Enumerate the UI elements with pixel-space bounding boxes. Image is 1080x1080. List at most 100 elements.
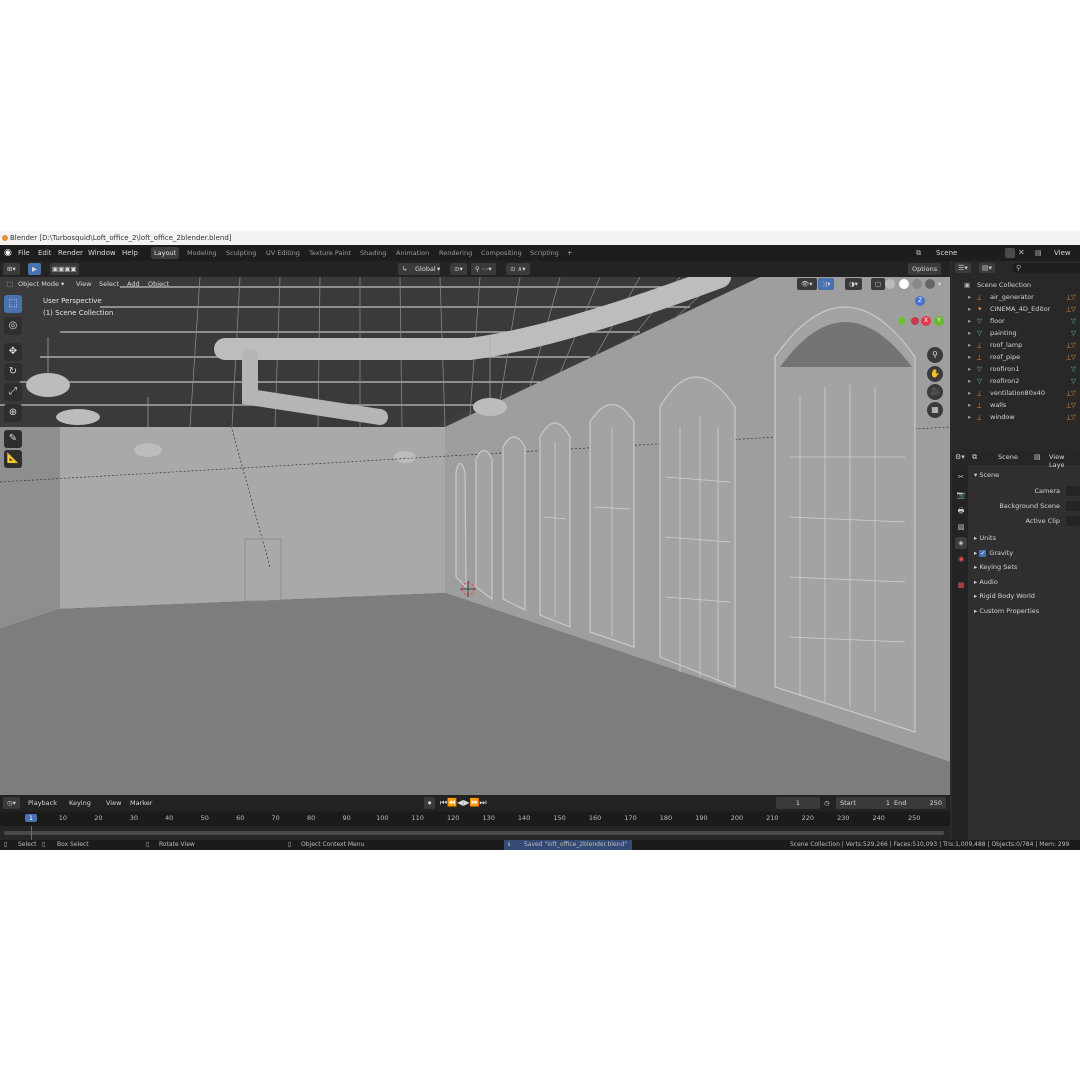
scene-subpanel[interactable]: ▸ Audio [974, 576, 998, 588]
chevron-down-icon[interactable]: ▾ [437, 263, 440, 275]
outliner-search-input[interactable]: ⚲ [1012, 263, 1080, 273]
view-layer-icon[interactable]: ▤ [1035, 245, 1042, 261]
menu-help[interactable]: Help [122, 245, 138, 261]
outliner-editor-icon[interactable]: ☰▾ [955, 263, 971, 273]
render-tab-icon[interactable]: 📷 [955, 489, 967, 501]
tab-compositing[interactable]: Compositing [478, 247, 525, 259]
scene-field-value[interactable] [1066, 501, 1080, 511]
view-layer-selector[interactable]: View Lay [1054, 245, 1080, 273]
outliner-item[interactable]: ▸ ⟂ ventilation80x40 ⟂▽ [952, 387, 1080, 399]
texture-tab-icon[interactable]: ▩ [955, 579, 967, 591]
object-data-icon[interactable]: ⟂▽ [1067, 339, 1076, 351]
pivot-point-icon[interactable]: ⊙▾ [450, 263, 467, 275]
options-dropdown[interactable]: Options [908, 263, 942, 275]
tab-shading[interactable]: Shading [357, 247, 389, 259]
gizmo-x-axis[interactable]: X [921, 316, 931, 326]
gizmo-toggle-icon[interactable]: ⤨▾ [818, 278, 835, 290]
transform-tool-icon[interactable]: ⊕ [4, 404, 22, 422]
outliner-item[interactable]: ▸ ▽ floor ▽ [952, 315, 1080, 327]
expand-icon[interactable]: ▸ [968, 411, 971, 423]
outliner-item[interactable]: ▸ ⟂ walls ⟂▽ [952, 399, 1080, 411]
scene-section-header[interactable]: ▾ Scene [974, 469, 999, 481]
select-tool-icon[interactable]: ▶ [28, 263, 41, 275]
gizmo-y-negative[interactable] [898, 317, 906, 325]
timeline-scrollbar[interactable] [4, 831, 944, 835]
tab-modeling[interactable]: Modeling [184, 247, 220, 259]
delete-scene-icon[interactable]: ✕ [1018, 248, 1026, 258]
material-shading-icon[interactable] [912, 279, 922, 289]
camera-view-icon[interactable]: 🎥 [927, 384, 943, 400]
outliner-item[interactable]: ▸ ⟂ window ⟂▽ [952, 411, 1080, 423]
menu-edit[interactable]: Edit [38, 245, 52, 261]
shading-chevron-icon[interactable]: ▾ [938, 278, 941, 290]
scene-subpanel[interactable]: ▸ Custom Properties [974, 605, 1039, 617]
snap-icon[interactable]: ⚲ ⋯▾ [471, 263, 496, 275]
wireframe-shading-icon[interactable] [885, 279, 895, 289]
scene-subpanel[interactable]: ▸ Units [974, 532, 996, 544]
blender-menu-icon[interactable]: ◉ [4, 245, 12, 261]
object-data-icon[interactable]: ▽ [1071, 327, 1076, 339]
editor-type-icon[interactable]: ⊞▾ [3, 263, 20, 275]
scene-subpanel[interactable]: ▸ Rigid Body World [974, 590, 1035, 602]
outliner-item[interactable]: ▸ ⟂ air_generator ⟂▽ [952, 291, 1080, 303]
expand-icon[interactable]: ▸ [968, 339, 971, 351]
expand-icon[interactable]: ▸ [968, 351, 971, 363]
expand-icon[interactable]: ▸ [968, 387, 971, 399]
timeline-tracks[interactable] [0, 826, 950, 840]
scene-field-value[interactable] [1066, 516, 1080, 526]
outliner-item[interactable]: ▸ ▽ roofiron2 ▽ [952, 375, 1080, 387]
tab-texture-paint[interactable]: Texture Paint [306, 247, 354, 259]
current-frame-field[interactable]: 1 [776, 797, 820, 809]
menu-view[interactable]: View [76, 278, 91, 290]
expand-icon[interactable]: ▸ [968, 399, 971, 411]
move-tool-icon[interactable]: ✥ [4, 343, 22, 361]
3d-viewport[interactable]: ⬚ Object Mode ▾ View Select Add Object 👁… [0, 277, 950, 795]
tool-tab-icon[interactable]: ✂ [955, 471, 967, 483]
select-box-tool-icon[interactable]: ⬚ [4, 295, 22, 313]
object-data-icon[interactable]: ▽ [1071, 363, 1076, 375]
world-tab-icon[interactable]: ◉ [955, 553, 967, 565]
zoom-icon[interactable]: ⚲ [927, 347, 943, 363]
object-data-icon[interactable]: ⟂▽ [1067, 387, 1076, 399]
scene-subpanel[interactable]: ▸ Keying Sets [974, 561, 1017, 573]
menu-window[interactable]: Window [88, 245, 116, 261]
clock-icon[interactable]: ◷ [824, 797, 830, 809]
annotate-tool-icon[interactable]: ✎ [4, 430, 22, 448]
menu-object[interactable]: Object [148, 278, 169, 290]
outliner-item[interactable]: ▸ ⟂ roof_pipe ⟂▽ [952, 351, 1080, 363]
tab-layout[interactable]: Layout [151, 247, 180, 259]
object-data-icon[interactable]: ▽ [1071, 315, 1076, 327]
transform-orientation-dropdown[interactable]: Global [411, 263, 440, 275]
outliner-root[interactable]: ▣ Scene Collection [952, 279, 1080, 291]
menu-marker[interactable]: Marker [130, 797, 152, 809]
outliner-item[interactable]: ▸ ⟂ roof_lamp ⟂▽ [952, 339, 1080, 351]
solid-shading-icon[interactable] [899, 279, 909, 289]
measure-tool-icon[interactable]: 📐 [4, 450, 22, 468]
gizmo-x-negative[interactable] [911, 317, 919, 325]
expand-icon[interactable]: ▸ [968, 327, 971, 339]
timeline-ruler[interactable]: 1 10 20 30 40 50 60 70 80 90 100 110 120 130 140 150 160… [0, 812, 950, 826]
outliner-item[interactable]: ▸ ✦ CINEMA_4D_Editor ⟂▽ [952, 303, 1080, 315]
xray-icon[interactable]: ▢ [871, 278, 886, 290]
scene-tab-icon[interactable]: ◈ [955, 537, 967, 549]
scene-selector[interactable]: Scene [936, 245, 957, 261]
orthographic-grid-icon[interactable]: ▦ [927, 402, 943, 418]
expand-icon[interactable]: ▸ [968, 375, 971, 387]
end-frame-field[interactable]: End 250 [890, 797, 946, 809]
tab-sculpting[interactable]: Sculpting [223, 247, 259, 259]
gizmo-y-axis[interactable]: Y [934, 316, 944, 326]
mode-chevron-icon[interactable]: ▾ [61, 278, 64, 290]
expand-icon[interactable]: ▸ [968, 363, 971, 375]
cursor-tool-icon[interactable]: ◎ [4, 317, 22, 335]
object-data-icon[interactable]: ▽ [1071, 375, 1076, 387]
object-data-icon[interactable]: ⟂▽ [1067, 291, 1076, 303]
gravity-checkbox[interactable]: ✓ [979, 549, 987, 557]
menu-select[interactable]: Select [99, 278, 119, 290]
record-icon[interactable]: ⏺ [424, 797, 436, 809]
proportional-edit-icon[interactable]: ⊙ ∧▾ [506, 263, 530, 275]
menu-add[interactable]: Add [127, 278, 140, 290]
object-data-icon[interactable]: ⟂▽ [1067, 351, 1076, 363]
menu-keying[interactable]: Keying [69, 797, 91, 809]
properties-editor-icon[interactable]: ⚙▾ [955, 453, 965, 461]
scale-tool-icon[interactable]: ⤢ [4, 383, 22, 401]
